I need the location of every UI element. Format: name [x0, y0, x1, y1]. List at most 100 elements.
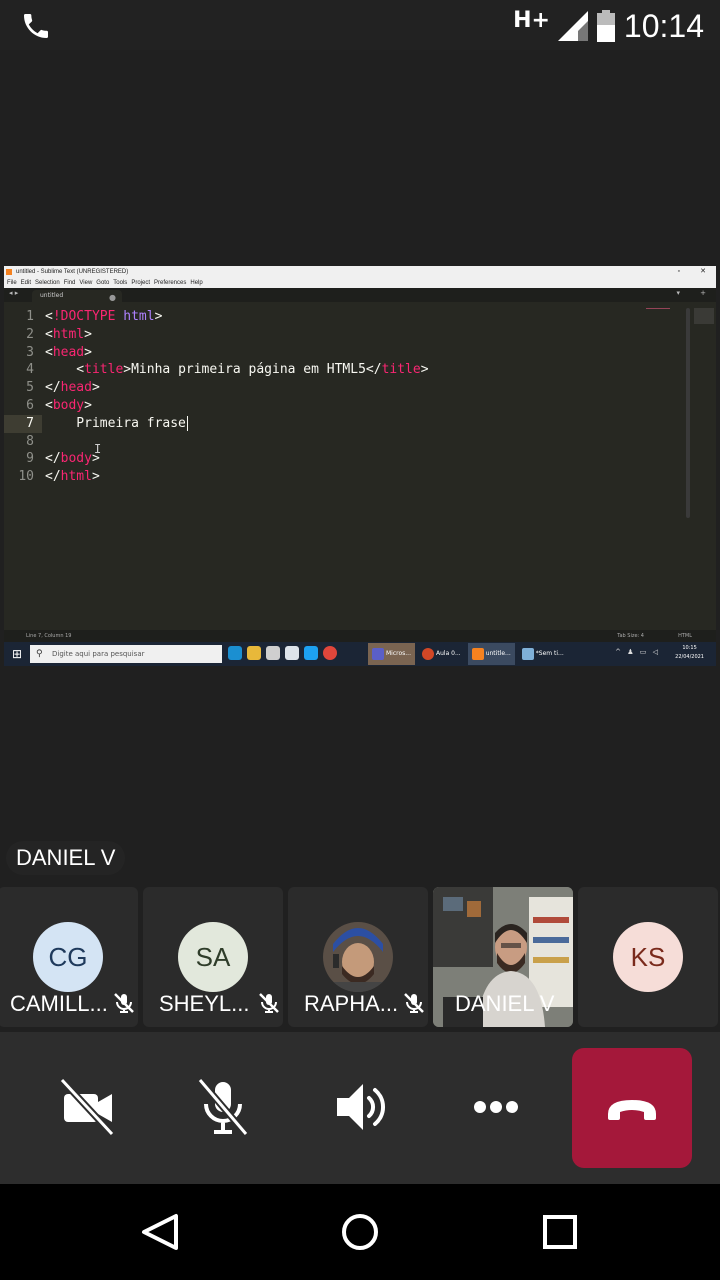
back-icon[interactable]	[140, 1212, 180, 1252]
cursor-position: Line 7, Column 19	[26, 633, 72, 639]
line-number: 3	[26, 344, 34, 360]
code-line: Primeira frase	[45, 415, 188, 431]
windows-taskbar: ⊞ ⚲ Digite aqui para pesquisar Micros...…	[4, 642, 716, 666]
editor-scrollbar	[686, 308, 690, 518]
code-line: <head>	[45, 344, 92, 360]
avatar	[323, 922, 393, 992]
code-area: <!DOCTYPE html> <html> <head> <title>Minha…	[45, 308, 429, 486]
mail-icon	[285, 646, 299, 660]
participant-tile[interactable]: CG CAMILL...	[0, 887, 138, 1027]
status-time: 10:14	[623, 7, 704, 44]
line-number: 8	[26, 433, 34, 449]
window-title: untitled - Sublime Text (UNREGISTERED)	[16, 269, 129, 275]
code-line: </html>	[45, 469, 100, 485]
text-cursor-icon: I	[94, 442, 102, 456]
code-line: <body>	[45, 397, 92, 413]
call-controls	[0, 1032, 720, 1184]
minimap	[646, 308, 686, 628]
signal-icon	[557, 11, 588, 41]
menu-item: Preferences	[154, 280, 187, 286]
line-number: 6	[26, 397, 34, 413]
code-line: <!DOCTYPE html>	[45, 309, 163, 324]
tab-size: Tab Size: 4	[617, 633, 644, 639]
meeting-screen: H+ 10:14 untitled - Sublime Text (UNREGI…	[0, 0, 720, 1280]
participant-tile[interactable]: DANIEL V	[433, 887, 573, 1027]
mic-muted-icon	[404, 993, 424, 1013]
home-icon[interactable]	[340, 1212, 380, 1252]
status-right: H+ 10:14	[513, 6, 704, 46]
menu-item: Goto	[96, 280, 110, 286]
code-line: </head>	[45, 380, 100, 396]
line-number: 1	[26, 309, 34, 324]
taskbar-app: untitle...	[467, 643, 515, 665]
store-icon	[266, 646, 280, 660]
taskbar-app: Aula 0...	[418, 643, 465, 665]
speaker-icon[interactable]	[325, 1072, 395, 1142]
windows-start-icon: ⊞	[12, 647, 23, 661]
taskbar-clock: 10:15 22/04/2021	[675, 644, 704, 662]
taskbar-search: ⚲ Digite aqui para pesquisar	[30, 645, 222, 663]
menu-item: Tools	[113, 280, 128, 286]
network-type: H+	[513, 7, 550, 33]
more-icon[interactable]	[461, 1072, 531, 1142]
camera-off-icon[interactable]	[52, 1072, 122, 1142]
tab-dropdown-icon: ▾	[676, 289, 680, 297]
avatar: KS	[613, 922, 683, 992]
sublime-logo-icon	[6, 269, 12, 275]
taskbar-app: Micros...	[368, 643, 415, 665]
participant-tile[interactable]: SA SHEYL...	[143, 887, 283, 1027]
edge-icon	[228, 646, 242, 660]
battery-icon	[596, 10, 615, 42]
window-title-bar: untitled - Sublime Text (UNREGISTERED) ▫…	[4, 266, 716, 278]
close-icon: ✕	[700, 268, 706, 275]
menu-item: Project	[131, 280, 150, 286]
line-number: 4	[26, 362, 34, 378]
system-tray-icons: ^ ♟ ▭ ◁	[615, 648, 660, 656]
code-line: </body>	[45, 451, 100, 467]
menu-item: Edit	[20, 280, 32, 286]
tab-nav-icon: ◂ ▸	[9, 289, 19, 297]
code-editor: 1 2 3 4 5 6 7 8 9 10 <!DOCTYPE html> <htm…	[4, 302, 716, 630]
mic-muted-icon	[114, 993, 134, 1013]
tab-add-icon: +	[700, 289, 706, 297]
participant-tile[interactable]: RAPHA...	[288, 887, 428, 1027]
participant-tile[interactable]: KS	[578, 887, 718, 1027]
folder-icon	[247, 646, 261, 660]
line-number: 2	[26, 326, 34, 342]
text-caret	[186, 415, 188, 431]
active-speaker-label: DANIEL V	[6, 841, 126, 875]
android-nav-bar	[0, 1184, 720, 1280]
taskbar-app: *Sem ti...	[518, 643, 568, 665]
code-line: <title>Minha primeira página em HTML5</t…	[45, 362, 429, 378]
menu-item: Selection	[35, 280, 60, 286]
restore-icon: ▫	[677, 268, 680, 275]
recent-apps-icon[interactable]	[540, 1212, 580, 1252]
taskbar-search-placeholder: Digite aqui para pesquisar	[52, 650, 145, 658]
taskbar-apps: Micros... Aula 0... untitle... *Sem ti..…	[368, 643, 568, 665]
shared-screen[interactable]: untitled - Sublime Text (UNREGISTERED) ▫…	[4, 266, 716, 666]
hang-up-icon	[608, 1100, 656, 1120]
participant-name: RAPHA...	[304, 991, 399, 1016]
taskbar-pinned-icons	[228, 646, 337, 660]
clock-date: 22/04/2021	[675, 654, 704, 660]
line-number: 10	[18, 469, 34, 485]
avatar: SA	[178, 922, 248, 992]
clock-time: 10:15	[682, 645, 697, 651]
menu-item: View	[79, 280, 93, 286]
participant-name: CAMILL...	[10, 991, 108, 1016]
search-icon: ⚲	[36, 649, 43, 659]
editor-status-bar: Line 7, Column 19 Tab Size: 4 HTML	[4, 630, 716, 642]
mic-off-icon[interactable]	[188, 1072, 258, 1142]
avatar: CG	[33, 922, 103, 992]
syntax-mode: HTML	[678, 633, 692, 639]
participant-name: DANIEL V	[455, 991, 555, 1016]
profile-photo-icon	[323, 922, 393, 992]
status-bar: H+ 10:14	[0, 0, 720, 50]
code-line: <html>	[45, 326, 92, 342]
line-number: 5	[26, 380, 34, 396]
line-gutter: 1 2 3 4 5 6 7 8 9 10	[4, 308, 34, 486]
chrome-icon	[323, 646, 337, 660]
hang-up-button[interactable]	[572, 1048, 692, 1168]
menu-item: Help	[190, 280, 203, 286]
